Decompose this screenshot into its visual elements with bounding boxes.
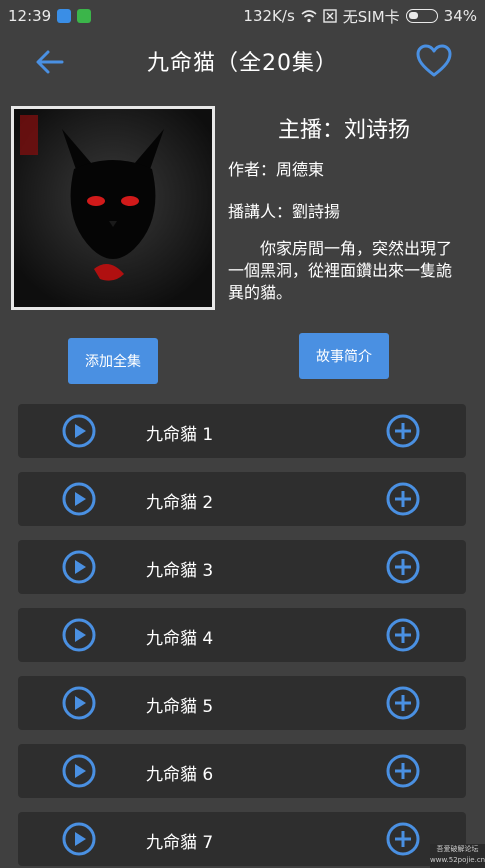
watermark: 吾爱破解论坛 www.52pojie.cn xyxy=(430,844,485,868)
play-circle-icon[interactable] xyxy=(62,754,96,788)
author-name: 作者：周德東 xyxy=(228,160,325,179)
add-circle-icon[interactable] xyxy=(386,618,420,652)
play-circle-icon[interactable] xyxy=(62,618,96,652)
episode-row[interactable]: 九命貓 7 xyxy=(18,812,466,866)
story-intro-button[interactable]: 故事简介 xyxy=(299,333,389,379)
episode-row[interactable]: 九命貓 6 xyxy=(18,744,466,798)
status-left: 12:39 xyxy=(8,7,92,25)
page-title: 九命猫（全20集） xyxy=(147,51,338,76)
play-circle-icon[interactable] xyxy=(62,550,96,584)
heart-outline-icon[interactable] xyxy=(416,44,452,78)
wifi-icon xyxy=(301,10,317,23)
episode-row[interactable]: 九命貓 1 xyxy=(18,404,466,458)
battery-level: 34% xyxy=(443,7,477,25)
battery-icon xyxy=(405,9,438,23)
add-circle-icon[interactable] xyxy=(386,686,420,720)
play-circle-icon[interactable] xyxy=(62,686,96,720)
network-speed: 132K/s xyxy=(243,7,295,25)
episode-list: 九命貓 1 九命貓 2 九命貓 3 九命貓 4 九命貓 5 九命貓 6 九命貓 … xyxy=(18,404,466,868)
episode-title: 九命貓 4 xyxy=(146,629,214,649)
add-circle-icon[interactable] xyxy=(386,822,420,856)
episode-title: 九命貓 6 xyxy=(146,765,214,785)
black-cat-illustration xyxy=(14,109,212,307)
episode-title: 九命貓 2 xyxy=(146,493,214,513)
status-bar: 12:39 132K/s 无SIM卡 34% xyxy=(0,0,485,32)
arrow-left-icon[interactable] xyxy=(34,46,66,78)
add-circle-icon[interactable] xyxy=(386,550,420,584)
host-name: 主播：刘诗扬 xyxy=(277,118,410,143)
add-circle-icon[interactable] xyxy=(386,414,420,448)
play-circle-icon[interactable] xyxy=(62,414,96,448)
no-sim-icon xyxy=(323,9,337,23)
play-circle-icon[interactable] xyxy=(62,482,96,516)
watermark-line1: 吾爱破解论坛 xyxy=(436,845,479,853)
app-bar: 九命猫（全20集） xyxy=(0,32,485,90)
episode-title: 九命貓 1 xyxy=(146,425,214,445)
episode-row[interactable]: 九命貓 4 xyxy=(18,608,466,662)
add-circle-icon[interactable] xyxy=(386,482,420,516)
cover-image xyxy=(11,106,215,310)
shield-app-icon xyxy=(57,9,72,23)
episode-row[interactable]: 九命貓 3 xyxy=(18,540,466,594)
episode-title: 九命貓 3 xyxy=(146,561,214,581)
play-circle-icon[interactable] xyxy=(62,822,96,856)
episode-row[interactable]: 九命貓 5 xyxy=(18,676,466,730)
book-intro: 你家房間一角，突然出現了一個黑洞，從裡面鑽出來一隻詭異的貓。 xyxy=(228,239,453,302)
wechat-app-icon xyxy=(77,9,92,23)
status-right: 132K/s 无SIM卡 34% xyxy=(243,6,477,27)
episode-title: 九命貓 5 xyxy=(146,697,214,717)
narrator-name: 播講人：劉詩揚 xyxy=(228,202,341,221)
status-time: 12:39 xyxy=(8,7,52,25)
watermark-line2: www.52pojie.cn xyxy=(430,856,485,864)
episode-title: 九命貓 7 xyxy=(146,833,214,853)
add-all-button[interactable]: 添加全集 xyxy=(68,338,158,384)
episode-row[interactable]: 九命貓 2 xyxy=(18,472,466,526)
sim-status: 无SIM卡 xyxy=(342,7,400,26)
add-circle-icon[interactable] xyxy=(386,754,420,788)
